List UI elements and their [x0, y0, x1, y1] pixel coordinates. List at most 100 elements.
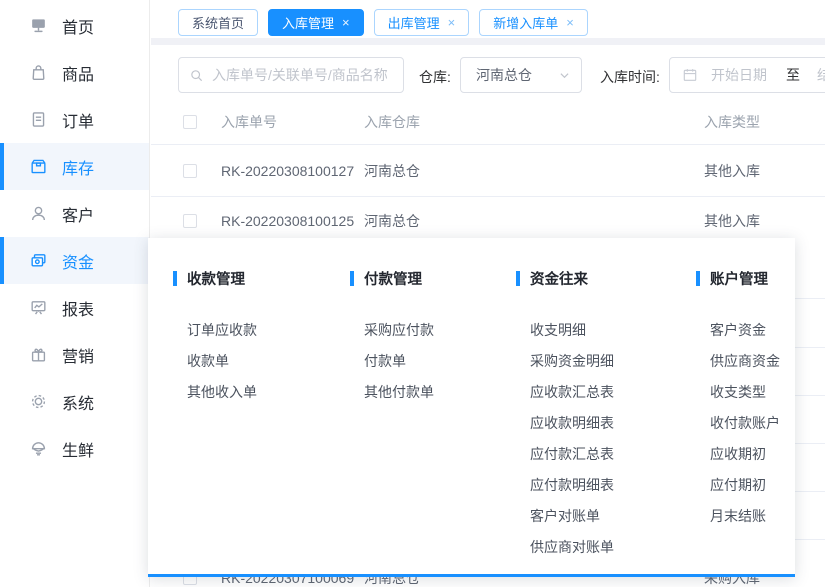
- tab-label: 出库管理: [388, 13, 440, 32]
- food-bowl-icon: [29, 439, 48, 458]
- menu-item[interactable]: 收付款账户: [710, 407, 791, 438]
- menu-item[interactable]: 其他收入单: [187, 376, 338, 407]
- row-checkbox[interactable]: [183, 214, 197, 228]
- sidebar-item-fresh[interactable]: 生鲜: [0, 425, 149, 472]
- chart-board-icon: [29, 298, 48, 317]
- menu-section-title: 资金往来: [516, 268, 684, 289]
- sidebar-item-label: 客户: [62, 202, 94, 226]
- menu-section-accounts: 账户管理 客户资金 供应商资金 收支类型 收付款账户 应收期初 应付期初 月末结…: [696, 238, 791, 531]
- table-header-row: 入库单号 入库仓库 入库类型: [151, 100, 825, 145]
- menu-item[interactable]: 收款单: [187, 345, 338, 376]
- package-box-icon: [29, 157, 48, 176]
- tab-label: 系统首页: [192, 13, 244, 32]
- select-all-checkbox[interactable]: [183, 115, 197, 129]
- tab-outbound-management[interactable]: 出库管理 ×: [374, 9, 470, 36]
- tabbar-divider: [151, 38, 825, 45]
- home-icon: [29, 16, 48, 35]
- menu-section-fund-flows: 资金往来 收支明细 采购资金明细 应收款汇总表 应收款明细表 应付款汇总表 应付…: [516, 238, 684, 562]
- sidebar-item-goods[interactable]: 商品: [0, 49, 149, 96]
- calendar-icon: [682, 67, 698, 83]
- gear-icon: [29, 392, 48, 411]
- sidebar-item-label: 报表: [62, 296, 94, 320]
- sidebar-item-label: 营销: [62, 343, 94, 367]
- menu-item[interactable]: 采购应付款: [364, 314, 505, 345]
- cell-warehouse: 河南总仓: [364, 161, 704, 181]
- close-icon[interactable]: ×: [448, 16, 456, 29]
- column-header-type: 入库类型: [704, 112, 825, 132]
- sidebar-item-system[interactable]: 系统: [0, 378, 149, 425]
- sidebar-item-funds[interactable]: 资金: [0, 237, 149, 284]
- table-row[interactable]: RK-20220308100125 河南总仓 其他入库: [151, 197, 825, 244]
- section-marker: [350, 271, 354, 286]
- row-checkbox[interactable]: [183, 164, 197, 178]
- menu-item[interactable]: 客户资金: [710, 314, 791, 345]
- cell-order-no: RK-20220308100127: [221, 163, 364, 179]
- menu-item[interactable]: 供应商资金: [710, 345, 791, 376]
- cell-type: 其他入库: [704, 161, 825, 181]
- search-box: [178, 57, 404, 93]
- search-input[interactable]: [212, 67, 393, 83]
- tab-bar: 系统首页 入库管理 × 出库管理 × 新增入库单 ×: [151, 0, 825, 38]
- menu-item[interactable]: 应收期初: [710, 438, 791, 469]
- menu-item[interactable]: 应付款明细表: [530, 469, 684, 500]
- column-header-warehouse: 入库仓库: [364, 112, 704, 132]
- sidebar-item-inventory[interactable]: 库存: [0, 143, 149, 190]
- chevron-down-icon: [558, 69, 571, 82]
- menu-item[interactable]: 月末结账: [710, 500, 791, 531]
- money-icon: [29, 251, 48, 270]
- date-start-placeholder: 开始日期: [711, 65, 767, 85]
- menu-section-title: 账户管理: [696, 268, 791, 289]
- app-window: 首页 商品 订单 库存 客户: [0, 0, 825, 587]
- sidebar-item-label: 系统: [62, 390, 94, 414]
- close-icon[interactable]: ×: [566, 16, 574, 29]
- close-icon[interactable]: ×: [342, 16, 350, 29]
- menu-section-title: 付款管理: [350, 268, 505, 289]
- sidebar-item-label: 库存: [62, 155, 94, 179]
- document-icon: [29, 110, 48, 129]
- menu-section-receipts: 收款管理 订单应收款 收款单 其他收入单: [173, 238, 338, 407]
- search-icon: [189, 68, 204, 83]
- section-marker: [173, 271, 177, 286]
- menu-item[interactable]: 收支类型: [710, 376, 791, 407]
- tab-system-home[interactable]: 系统首页: [178, 9, 258, 36]
- tab-inbound-management[interactable]: 入库管理 ×: [268, 9, 364, 36]
- date-range-picker[interactable]: 开始日期 至 结束日期: [669, 57, 825, 93]
- menu-item[interactable]: 应付款汇总表: [530, 438, 684, 469]
- tab-new-inbound-order[interactable]: 新增入库单 ×: [479, 9, 588, 36]
- column-header-order-no: 入库单号: [221, 112, 364, 132]
- sidebar-item-home[interactable]: 首页: [0, 2, 149, 49]
- menu-item[interactable]: 供应商对账单: [530, 531, 684, 562]
- menu-item[interactable]: 客户对账单: [530, 500, 684, 531]
- sidebar-item-reports[interactable]: 报表: [0, 284, 149, 331]
- warehouse-select[interactable]: 河南总仓: [460, 57, 582, 93]
- sidebar: 首页 商品 订单 库存 客户: [0, 0, 150, 587]
- cell-type: 其他入库: [704, 211, 825, 231]
- menu-item[interactable]: 其他付款单: [364, 376, 505, 407]
- cell-warehouse: 河南总仓: [364, 211, 704, 231]
- date-end-placeholder: 结束日期: [817, 65, 825, 85]
- section-marker: [516, 271, 520, 286]
- sidebar-item-orders[interactable]: 订单: [0, 96, 149, 143]
- menu-item[interactable]: 应收款明细表: [530, 407, 684, 438]
- sidebar-item-label: 订单: [62, 108, 94, 132]
- menu-item[interactable]: 订单应收款: [187, 314, 338, 345]
- cell-order-no: RK-20220308100125: [221, 213, 364, 229]
- sidebar-item-label: 生鲜: [62, 437, 94, 461]
- tab-label: 入库管理: [282, 13, 334, 32]
- menu-item[interactable]: 应收款汇总表: [530, 376, 684, 407]
- menu-item[interactable]: 收支明细: [530, 314, 684, 345]
- table-row[interactable]: RK-20220308100127 河南总仓 其他入库: [151, 145, 825, 197]
- menu-section-title: 收款管理: [173, 268, 338, 289]
- warehouse-selected-value: 河南总仓: [476, 65, 558, 85]
- gift-icon: [29, 345, 48, 364]
- inbound-table: 入库单号 入库仓库 入库类型 RK-20220308100127 河南总仓 其他…: [151, 100, 825, 244]
- menu-item[interactable]: 应付期初: [710, 469, 791, 500]
- menu-item[interactable]: 采购资金明细: [530, 345, 684, 376]
- menu-item[interactable]: 付款单: [364, 345, 505, 376]
- inbound-time-label: 入库时间:: [600, 67, 660, 87]
- menu-section-payments: 付款管理 采购应付款 付款单 其他付款单: [350, 238, 505, 407]
- sidebar-item-marketing[interactable]: 营销: [0, 331, 149, 378]
- sidebar-item-customers[interactable]: 客户: [0, 190, 149, 237]
- sidebar-item-label: 首页: [62, 14, 94, 38]
- funds-mega-menu: 收款管理 订单应收款 收款单 其他收入单 付款管理 采购应付款 付款单 其他付款…: [148, 238, 795, 577]
